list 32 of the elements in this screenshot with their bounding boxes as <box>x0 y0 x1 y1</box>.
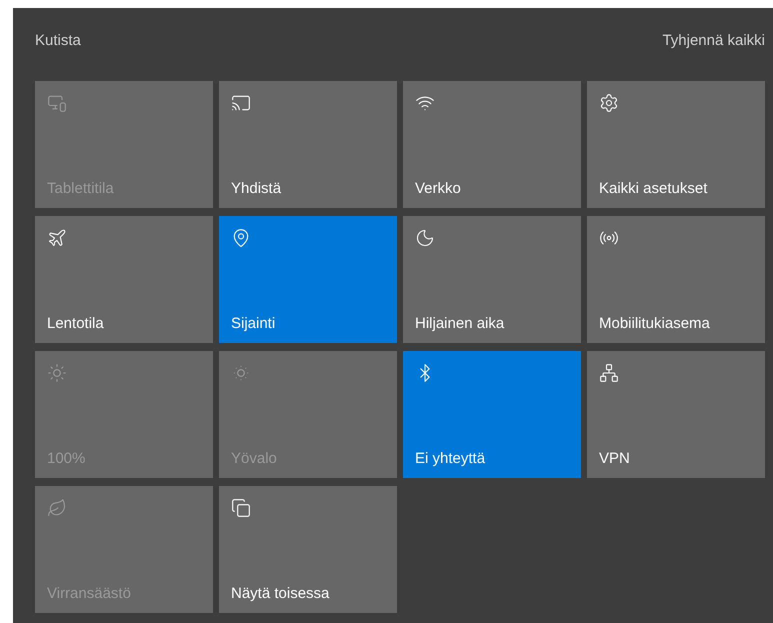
quick-action-tile[interactable]: Näytä toisessa <box>219 486 397 613</box>
tile-label: Yhdistä <box>231 180 282 198</box>
tile-label: VPN <box>599 450 630 468</box>
tile-label: Kaikki asetukset <box>599 180 708 198</box>
tile-label: Lentotila <box>47 315 104 333</box>
tile-label: Ei yhteyttä <box>415 450 486 468</box>
leaf-icon <box>47 498 67 518</box>
settings-icon <box>599 93 619 113</box>
tile-label: Mobiilitukiasema <box>599 315 710 333</box>
tile-label: Sijainti <box>231 315 276 333</box>
quick-action-tile[interactable]: VPN <box>587 351 765 478</box>
quick-action-tile[interactable]: Sijainti <box>219 216 397 343</box>
quick-action-tile[interactable]: Yhdistä <box>219 81 397 208</box>
moon-icon <box>415 228 435 248</box>
tablet-icon <box>47 93 67 113</box>
location-icon <box>231 228 251 248</box>
tile-label: Hiljainen aika <box>415 315 504 333</box>
quick-action-tile[interactable]: Lentotila <box>35 216 213 343</box>
quick-action-tile[interactable]: Ei yhteyttä <box>403 351 581 478</box>
connect-icon <box>231 93 251 113</box>
tile-label: Näytä toisessa <box>231 585 330 603</box>
quick-action-tile[interactable]: Mobiilitukiasema <box>587 216 765 343</box>
tile-label: Verkko <box>415 180 461 198</box>
collapse-link[interactable]: Kutista <box>35 30 81 52</box>
vpn-icon <box>599 363 619 383</box>
clear-all-link[interactable]: Tyhjennä kaikki <box>662 30 765 52</box>
quick-action-tile[interactable]: Kaikki asetukset <box>587 81 765 208</box>
project-icon <box>231 498 251 518</box>
quick-action-tile[interactable]: Hiljainen aika <box>403 216 581 343</box>
quick-action-tile[interactable]: Verkko <box>403 81 581 208</box>
airplane-icon <box>47 228 67 248</box>
sun-icon <box>47 363 67 383</box>
